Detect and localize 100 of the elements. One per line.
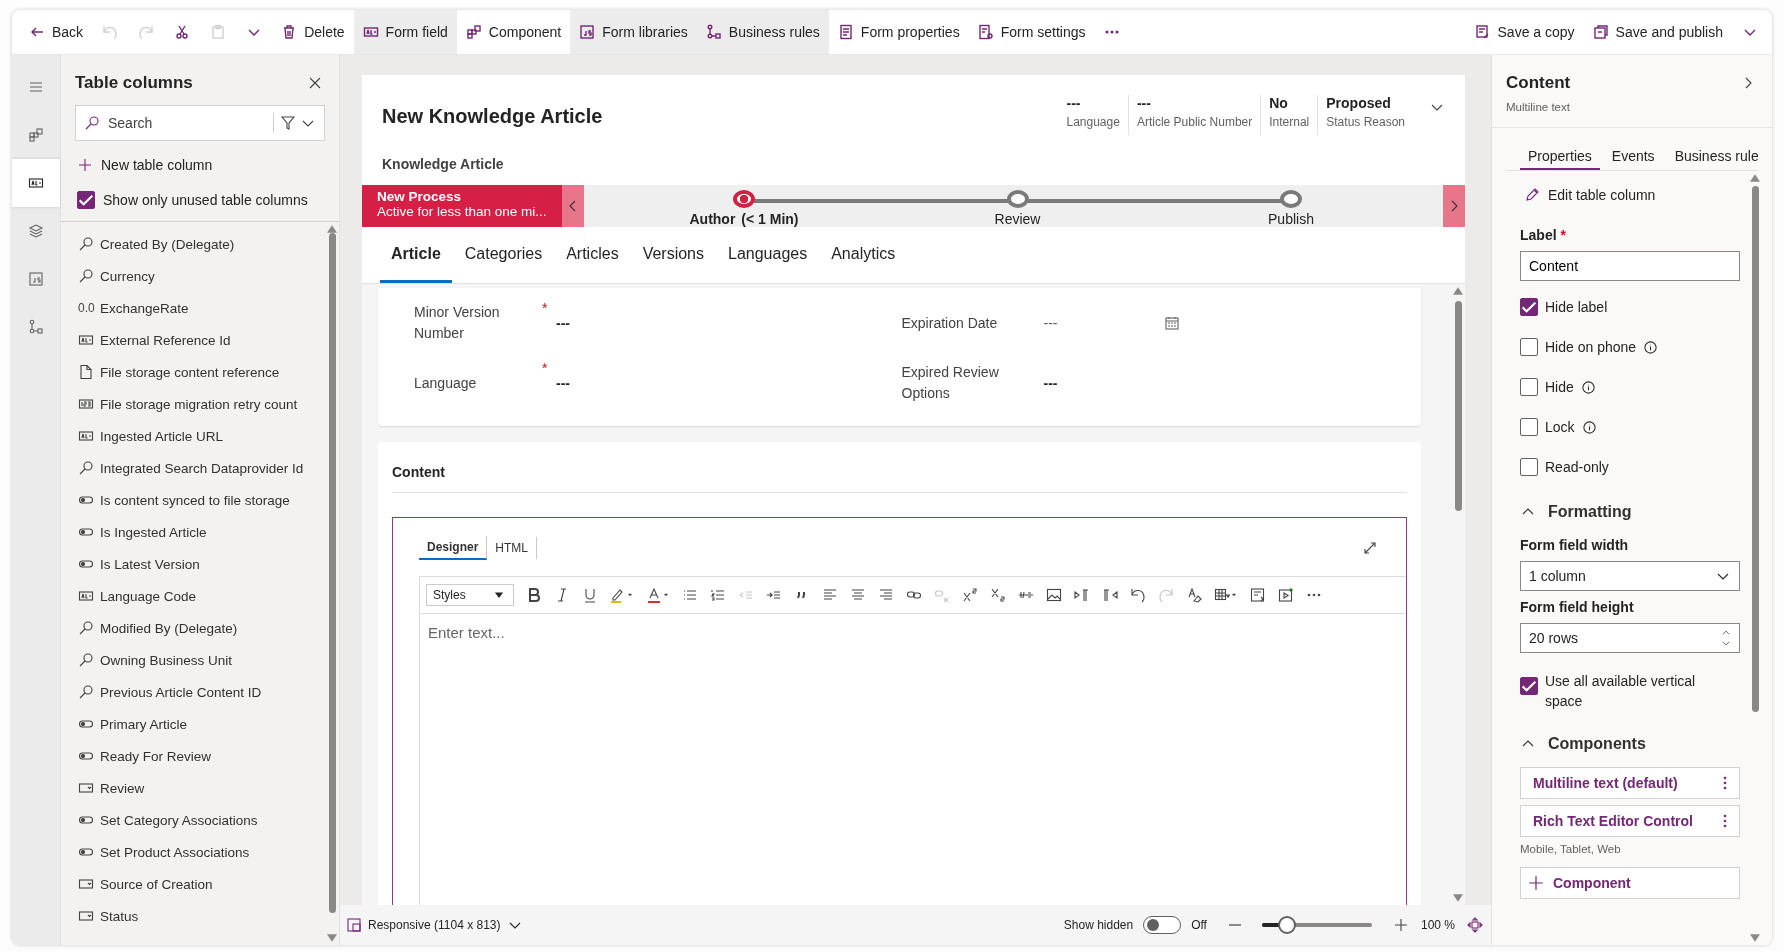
toolbar-button[interactable]: Form libraries <box>570 10 697 54</box>
column-item[interactable]: Is Ingested Article <box>61 516 325 548</box>
scroll-up-arrow[interactable] <box>1750 174 1760 182</box>
column-item[interactable]: Set Product Associations <box>61 836 325 868</box>
column-item[interactable]: Modified By (Delegate) <box>61 612 325 644</box>
scroll-down-arrow[interactable] <box>327 934 337 942</box>
clear-format-icon <box>1186 587 1202 603</box>
toolbar-button[interactable]: Business rules <box>696 10 829 54</box>
styles-dropdown[interactable]: Styles <box>426 584 514 606</box>
superscript-icon <box>962 587 978 603</box>
panel-tab[interactable]: Business rule <box>1666 148 1758 170</box>
section-toggle[interactable]: Components <box>1520 719 1646 761</box>
column-item[interactable]: Is Latest Version <box>61 548 325 580</box>
filter-dropdown[interactable] <box>280 115 316 131</box>
toolbar-button[interactable]: Component <box>456 10 571 54</box>
column-item[interactable]: Source of Creation <box>61 868 325 900</box>
column-item[interactable]: File storage migration retry count <box>61 388 325 420</box>
checkbox[interactable] <box>1520 338 1538 356</box>
required-mark: * <box>541 300 549 316</box>
label-input[interactable]: Content <box>1520 251 1740 281</box>
layout-dropdown[interactable]: Responsive (1104 x 813) <box>346 917 523 933</box>
toolbar-button[interactable]: Form properties <box>828 10 969 54</box>
scrollbar-thumb[interactable] <box>1454 301 1462 511</box>
search-input[interactable]: Search <box>106 114 267 132</box>
field-value[interactable]: --- <box>556 315 616 331</box>
field-value[interactable]: --- <box>1043 315 1164 331</box>
scrollbar-thumb[interactable] <box>1751 185 1759 713</box>
source-view-icon <box>1250 587 1266 603</box>
menu-icon <box>28 79 44 95</box>
column-item[interactable]: Previous Article Content ID <box>61 676 325 708</box>
toolbar-button[interactable]: Form settings <box>968 10 1095 54</box>
column-item[interactable]: File storage content reference <box>61 356 325 388</box>
component-item[interactable]: Rich Text Editor Control <box>1520 805 1740 837</box>
column-item[interactable]: Primary Article <box>61 708 325 740</box>
height-spinner[interactable]: 20 rows <box>1520 623 1740 653</box>
field-value[interactable]: --- <box>556 375 616 391</box>
panel-tab[interactable]: Events <box>1603 148 1663 170</box>
component-item[interactable]: Multiline text (default) <box>1520 767 1740 799</box>
stage-label[interactable]: Author (< 1 Min) <box>689 211 799 227</box>
stage-label[interactable]: Review <box>994 211 1041 227</box>
toolbar-button[interactable]: Form field <box>353 10 457 54</box>
rich-text-editor[interactable]: Designer HTML Styles Enter text... <box>392 517 1407 905</box>
checkbox[interactable] <box>1520 677 1538 695</box>
new-column-button[interactable]: New table column <box>61 141 339 185</box>
checkbox[interactable] <box>1520 458 1538 476</box>
form-title: New Knowledge Article <box>382 105 603 128</box>
redo-icon <box>1158 587 1174 603</box>
column-item[interactable]: Is content synced to file storage <box>61 484 325 516</box>
form-tab[interactable]: Categories <box>453 227 554 283</box>
scroll-up-arrow[interactable] <box>1453 287 1463 295</box>
number-field-icon <box>78 396 94 412</box>
toggle-switch[interactable] <box>1143 916 1182 934</box>
form-tab[interactable]: Versions <box>631 227 715 283</box>
toolbar-button[interactable]: Save and publish <box>1583 10 1732 54</box>
width-dropdown[interactable]: 1 column <box>1520 561 1740 591</box>
checkbox[interactable] <box>1520 298 1538 316</box>
editor-tab[interactable]: Designer <box>419 536 488 560</box>
checkbox-label: Lock <box>1545 419 1575 435</box>
toolbar-button[interactable]: Back <box>20 10 93 54</box>
stage-marker[interactable] <box>733 190 755 208</box>
stage-marker[interactable] <box>1280 190 1302 208</box>
column-item[interactable]: Review <box>61 772 325 804</box>
column-item[interactable]: Ready For Review <box>61 740 325 772</box>
column-item[interactable]: Language Code <box>61 580 325 612</box>
search-field[interactable]: Search <box>75 105 325 141</box>
form-tab[interactable]: Articles <box>555 227 630 283</box>
column-item[interactable]: Status <box>61 900 325 932</box>
toolbar-button[interactable]: Delete <box>272 10 354 54</box>
form-tab[interactable]: Analytics <box>820 227 907 283</box>
field-value[interactable]: --- <box>1043 375 1104 391</box>
form-tab[interactable]: Languages <box>717 227 819 283</box>
column-item[interactable]: Ingested Article URL <box>61 420 325 452</box>
fit-to-screen-button[interactable] <box>1465 915 1485 935</box>
scroll-down-arrow[interactable] <box>1453 894 1463 902</box>
process-flag[interactable]: New Process Active for less than one mi... <box>362 185 562 227</box>
edit-column-button[interactable]: Edit table column <box>1520 171 1666 219</box>
column-item[interactable]: External Reference Id <box>61 324 325 356</box>
checkbox[interactable] <box>1520 378 1538 396</box>
text-field-button[interactable] <box>12 159 60 207</box>
checkbox[interactable] <box>77 191 95 209</box>
scroll-down-arrow[interactable] <box>1750 934 1760 942</box>
scroll-up-arrow[interactable] <box>327 225 337 233</box>
editor-tab[interactable]: HTML <box>487 537 538 559</box>
column-item[interactable]: Owning Business Unit <box>61 644 325 676</box>
column-item[interactable]: Created By (Delegate) <box>61 228 325 260</box>
column-item[interactable]: Set Category Associations <box>61 804 325 836</box>
stage-marker[interactable] <box>1006 190 1029 208</box>
toolbar-button[interactable]: Save a copy <box>1465 10 1584 54</box>
column-item[interactable]: 0.0 ExchangeRate <box>61 292 325 324</box>
slider-thumb[interactable] <box>1278 916 1297 934</box>
stage-label[interactable]: Publish <box>1268 211 1314 227</box>
checkmark-icon <box>1522 679 1536 693</box>
checkbox[interactable] <box>1520 418 1538 436</box>
toggle-label: Show hidden <box>1063 918 1134 932</box>
component-note: Mobile, Tablet, Web <box>1520 843 1622 855</box>
column-item[interactable]: Integrated Search Dataprovider Id <box>61 452 325 484</box>
section-toggle[interactable]: Formatting <box>1520 487 1632 529</box>
panel-tab[interactable]: Properties <box>1520 148 1600 170</box>
column-item[interactable]: Currency <box>61 260 325 292</box>
add-component-button[interactable]: Component <box>1520 867 1740 899</box>
